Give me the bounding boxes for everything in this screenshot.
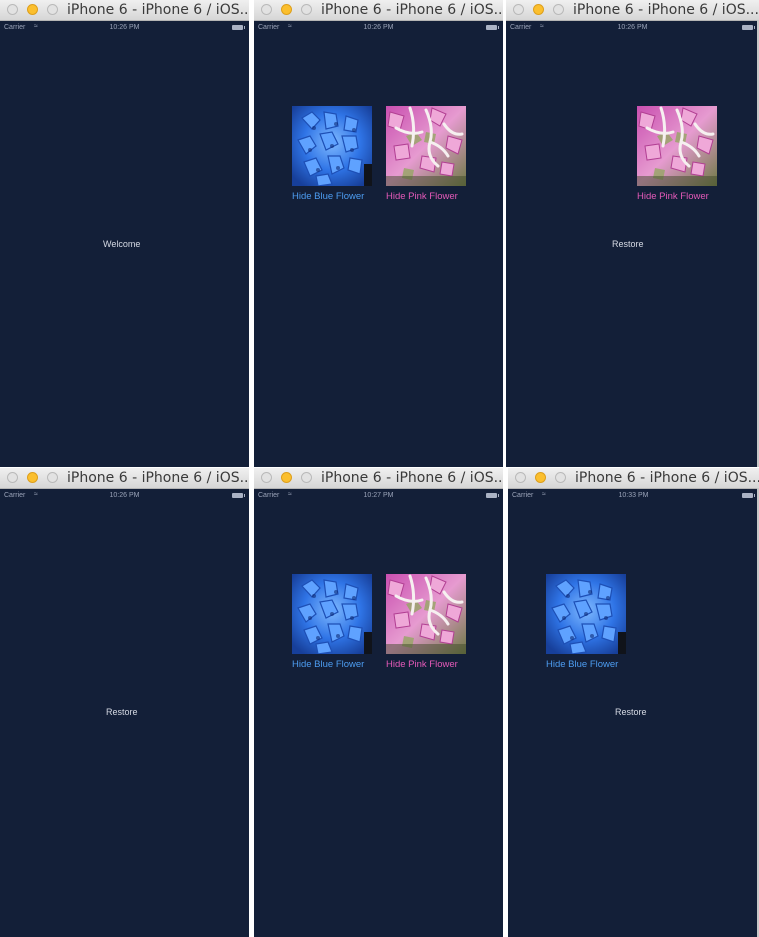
window-titlebar[interactable]: iPhone 6 - iPhone 6 / iOS... xyxy=(508,468,759,489)
zoom-window-button[interactable] xyxy=(301,472,312,483)
battery-icon xyxy=(486,493,499,498)
status-time: 10:26 PM xyxy=(617,24,648,31)
status-bar: Carrier ≈ 10:26 PM xyxy=(0,21,249,37)
window-titlebar[interactable]: iPhone 6 - iPhone 6 / iOS... xyxy=(254,0,503,21)
restore-button[interactable]: Restore xyxy=(615,707,647,717)
window-title: iPhone 6 - iPhone 6 / iOS... xyxy=(67,2,249,18)
status-bar: Carrier ≈ 10:27 PM xyxy=(254,489,503,505)
window-titlebar[interactable]: iPhone 6 - iPhone 6 / iOS... xyxy=(254,468,503,489)
window-title: iPhone 6 - iPhone 6 / iOS... xyxy=(321,470,503,486)
zoom-window-button[interactable] xyxy=(553,4,564,15)
blue-flower-image xyxy=(292,574,372,654)
close-window-button[interactable] xyxy=(261,472,272,483)
simulator-screen: Carrier ≈ 10:27 PM Hide Blue Flower Hide… xyxy=(254,489,503,937)
window-title: iPhone 6 - iPhone 6 / iOS... xyxy=(573,2,759,18)
pink-flower-image xyxy=(386,574,466,654)
minimize-window-button[interactable] xyxy=(27,472,38,483)
pink-flower-image xyxy=(386,106,466,186)
battery-icon xyxy=(232,493,245,498)
status-bar: Carrier ≈ 10:33 PM xyxy=(508,489,759,505)
status-time: 10:27 PM xyxy=(363,492,394,499)
simulator-screen: Carrier ≈ 10:26 PM Welcome xyxy=(0,21,249,467)
window-title: iPhone 6 - iPhone 6 / iOS... xyxy=(575,470,759,486)
status-bar: Carrier ≈ 10:26 PM xyxy=(506,21,759,37)
pink-flower-image xyxy=(637,106,717,186)
simulator-window-1: iPhone 6 - iPhone 6 / iOS... Carrier ≈ 1… xyxy=(0,0,249,467)
status-time: 10:26 PM xyxy=(109,492,140,499)
hide-pink-flower-button[interactable]: Hide Pink Flower xyxy=(386,191,458,202)
minimize-window-button[interactable] xyxy=(27,4,38,15)
close-window-button[interactable] xyxy=(515,472,526,483)
hide-blue-flower-button[interactable]: Hide Blue Flower xyxy=(292,191,364,202)
battery-icon xyxy=(742,493,755,498)
simulator-window-3: iPhone 6 - iPhone 6 / iOS... Carrier ≈ 1… xyxy=(506,0,759,467)
hide-pink-flower-button[interactable]: Hide Pink Flower xyxy=(637,191,709,202)
status-bar: Carrier ≈ 10:26 PM xyxy=(254,21,503,37)
simulator-window-2: iPhone 6 - iPhone 6 / iOS... Carrier ≈ 1… xyxy=(254,0,503,467)
simulator-screen: Carrier ≈ 10:26 PM Hide Blue Flower Hide… xyxy=(254,21,503,467)
simulator-window-6: iPhone 6 - iPhone 6 / iOS... Carrier ≈ 1… xyxy=(508,468,759,937)
hide-pink-flower-button[interactable]: Hide Pink Flower xyxy=(386,659,458,670)
zoom-window-button[interactable] xyxy=(47,472,58,483)
welcome-label: Welcome xyxy=(103,239,141,249)
simulator-screen: Carrier ≈ 10:26 PM Hide Pink Flower Rest… xyxy=(506,21,759,467)
minimize-window-button[interactable] xyxy=(533,4,544,15)
minimize-window-button[interactable] xyxy=(281,472,292,483)
close-window-button[interactable] xyxy=(513,4,524,15)
minimize-window-button[interactable] xyxy=(535,472,546,483)
blue-flower-image xyxy=(292,106,372,186)
zoom-window-button[interactable] xyxy=(301,4,312,15)
status-time: 10:33 PM xyxy=(618,492,649,499)
zoom-window-button[interactable] xyxy=(47,4,58,15)
window-title: iPhone 6 - iPhone 6 / iOS... xyxy=(321,2,503,18)
status-time: 10:26 PM xyxy=(363,24,394,31)
restore-button[interactable]: Restore xyxy=(106,707,138,717)
simulator-window-5: iPhone 6 - iPhone 6 / iOS... Carrier ≈ 1… xyxy=(254,468,503,937)
restore-button[interactable]: Restore xyxy=(612,239,644,249)
simulator-screen: Carrier ≈ 10:33 PM Hide Blue Flower Rest… xyxy=(508,489,759,937)
close-window-button[interactable] xyxy=(261,4,272,15)
window-titlebar[interactable]: iPhone 6 - iPhone 6 / iOS... xyxy=(0,0,249,21)
window-titlebar[interactable]: iPhone 6 - iPhone 6 / iOS... xyxy=(506,0,759,21)
simulator-window-4: iPhone 6 - iPhone 6 / iOS... Carrier ≈ 1… xyxy=(0,468,249,937)
battery-icon xyxy=(486,25,499,30)
hide-blue-flower-button[interactable]: Hide Blue Flower xyxy=(546,659,618,670)
close-window-button[interactable] xyxy=(7,472,18,483)
window-title: iPhone 6 - iPhone 6 / iOS... xyxy=(67,470,249,486)
status-bar: Carrier ≈ 10:26 PM xyxy=(0,489,249,505)
minimize-window-button[interactable] xyxy=(281,4,292,15)
status-time: 10:26 PM xyxy=(109,24,140,31)
window-titlebar[interactable]: iPhone 6 - iPhone 6 / iOS... xyxy=(0,468,249,489)
battery-icon xyxy=(742,25,755,30)
close-window-button[interactable] xyxy=(7,4,18,15)
battery-icon xyxy=(232,25,245,30)
blue-flower-image xyxy=(546,574,626,654)
simulator-screen: Carrier ≈ 10:26 PM Restore xyxy=(0,489,249,937)
zoom-window-button[interactable] xyxy=(555,472,566,483)
hide-blue-flower-button[interactable]: Hide Blue Flower xyxy=(292,659,364,670)
